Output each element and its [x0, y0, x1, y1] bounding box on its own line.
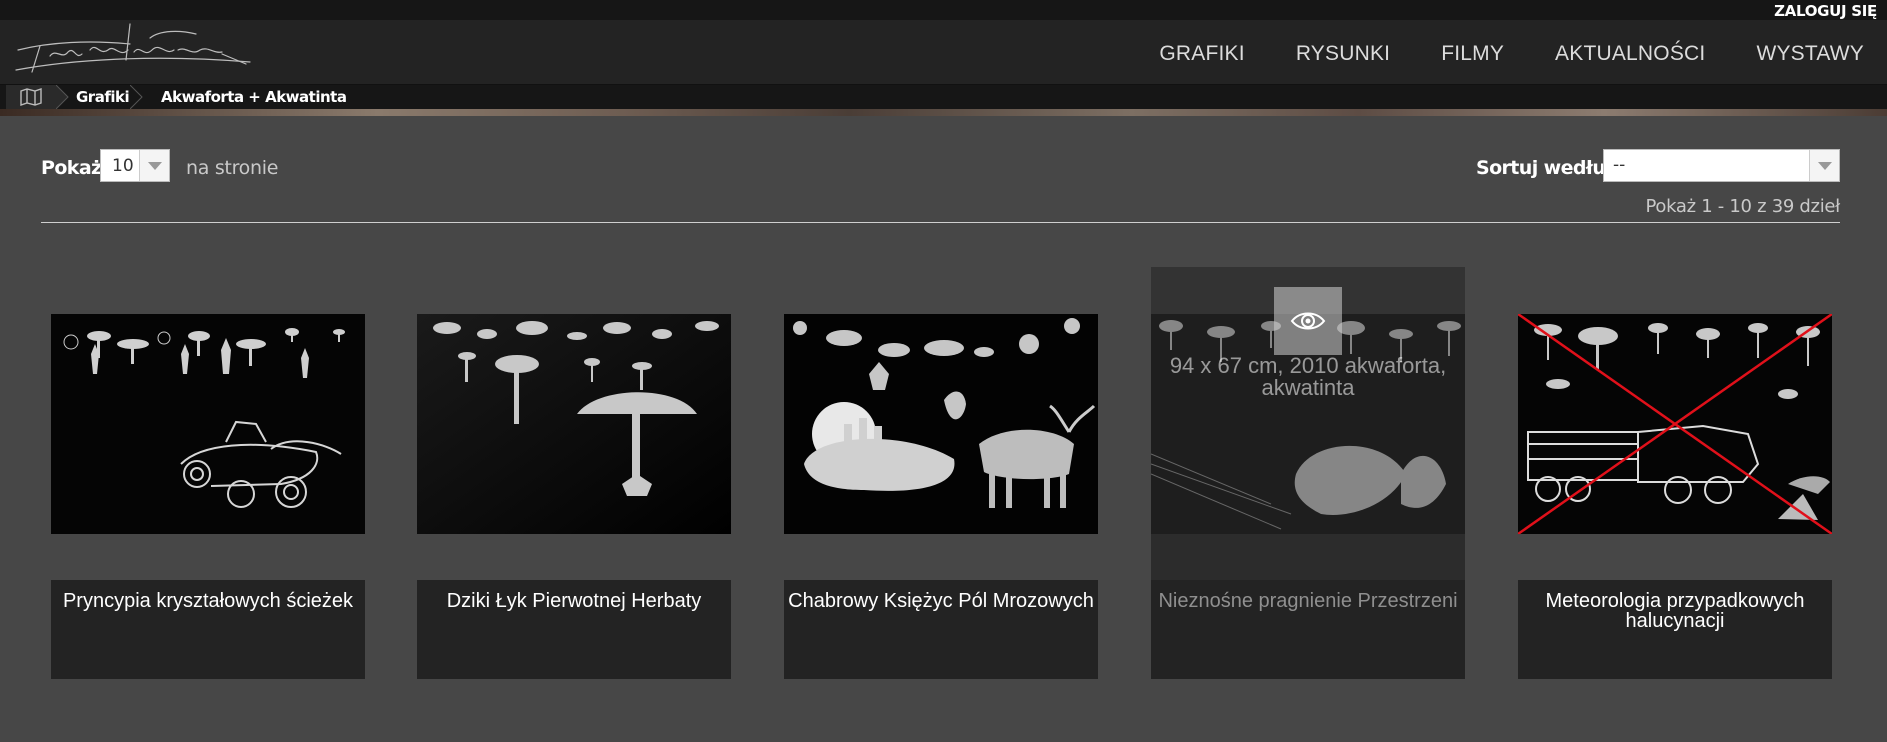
per-page-label: Pokaż — [41, 157, 102, 179]
artwork-image — [51, 314, 365, 534]
per-page-select[interactable]: 10 — [100, 149, 170, 182]
per-page-value: 10 — [112, 156, 134, 176]
breadcrumb-separator-icon — [130, 85, 143, 109]
breadcrumb-item-grafiki[interactable]: Grafiki — [76, 85, 130, 109]
artwork-thumbnail[interactable] — [417, 314, 731, 534]
breadcrumb-item-current: Akwaforta + Akwatinta — [161, 88, 347, 106]
artwork-card[interactable]: Nieznośne pragnienie Przestrzeni 94 x 67… — [1151, 267, 1465, 679]
sort-value: -- — [1613, 155, 1626, 175]
per-page-suffix: na stronie — [186, 157, 279, 179]
artwork-card[interactable]: Chabrowy Księżyc Pól Mrozowych — [784, 267, 1098, 679]
nav-item-filmy[interactable]: FILMY — [1441, 42, 1504, 66]
chevron-down-icon — [1809, 150, 1839, 181]
artwork-title[interactable]: Dziki Łyk Pierwotnej Herbaty — [421, 591, 727, 611]
breadcrumb: Grafiki Akwaforta + Akwatinta — [0, 85, 1887, 109]
site-header: GRAFIKI RYSUNKI FILMY AKTUALNOŚCI WYSTAW… — [0, 20, 1887, 85]
sort-label: Sortuj według — [1476, 157, 1619, 179]
artwork-card[interactable]: Dziki Łyk Pierwotnej Herbaty — [417, 267, 731, 679]
signature-logo[interactable] — [10, 20, 258, 82]
signature-logo-mark — [15, 23, 251, 73]
result-count: Pokaż 1 - 10 z 39 dzieł — [1645, 196, 1840, 217]
chevron-down-icon — [139, 150, 169, 181]
artwork-title-box[interactable]: Meteorologia przypadkowych halucynacji — [1518, 580, 1832, 679]
artwork-title[interactable]: Nieznośne pragnienie Przestrzeni — [1155, 591, 1461, 611]
artwork-image — [784, 314, 1098, 534]
hover-overlay[interactable]: 94 x 67 cm, 2010 akwaforta, akwatinta — [1151, 267, 1465, 534]
nav-item-aktualnosci[interactable]: AKTUALNOŚCI — [1555, 42, 1705, 66]
login-link[interactable]: ZALOGUJ SIĘ — [1774, 2, 1877, 20]
map-icon — [20, 88, 42, 106]
artwork-title-box[interactable]: Chabrowy Księżyc Pól Mrozowych — [784, 580, 1098, 679]
artwork-details: 94 x 67 cm, 2010 akwaforta, akwatinta — [1169, 353, 1447, 400]
artwork-title-box[interactable]: Pryncypia kryształowych ścieżek — [51, 580, 365, 679]
artwork-title[interactable]: Pryncypia kryształowych ścieżek — [55, 591, 361, 611]
artwork-image — [417, 314, 731, 534]
nav-item-grafiki[interactable]: GRAFIKI — [1159, 42, 1244, 66]
artwork-image — [1518, 314, 1832, 534]
artwork-thumbnail[interactable] — [1518, 314, 1832, 534]
breadcrumb-home[interactable] — [6, 85, 56, 109]
breadcrumb-separator-icon — [56, 85, 69, 109]
divider — [41, 222, 1840, 223]
main-nav: GRAFIKI RYSUNKI FILMY AKTUALNOŚCI WYSTAW… — [1108, 42, 1864, 66]
artwork-thumbnail[interactable] — [51, 314, 365, 534]
artwork-card[interactable]: Meteorologia przypadkowych halucynacji — [1518, 267, 1832, 679]
artwork-title[interactable]: Chabrowy Księżyc Pól Mrozowych — [788, 591, 1094, 611]
banner-strip — [0, 109, 1887, 116]
nav-item-rysunki[interactable]: RYSUNKI — [1296, 42, 1390, 66]
top-utility-bar: ZALOGUJ SIĘ — [0, 0, 1887, 20]
sort-select[interactable]: -- — [1603, 149, 1840, 182]
eye-icon — [1290, 312, 1326, 330]
artwork-title[interactable]: Meteorologia przypadkowych halucynacji — [1522, 591, 1828, 631]
artwork-card[interactable]: Pryncypia kryształowych ścieżek — [51, 267, 365, 679]
preview-button[interactable] — [1274, 287, 1342, 355]
artwork-thumbnail[interactable] — [784, 314, 1098, 534]
artwork-title-box[interactable]: Nieznośne pragnienie Przestrzeni — [1151, 580, 1465, 679]
artwork-title-box[interactable]: Dziki Łyk Pierwotnej Herbaty — [417, 580, 731, 679]
nav-item-wystawy[interactable]: WYSTAWY — [1756, 42, 1864, 66]
